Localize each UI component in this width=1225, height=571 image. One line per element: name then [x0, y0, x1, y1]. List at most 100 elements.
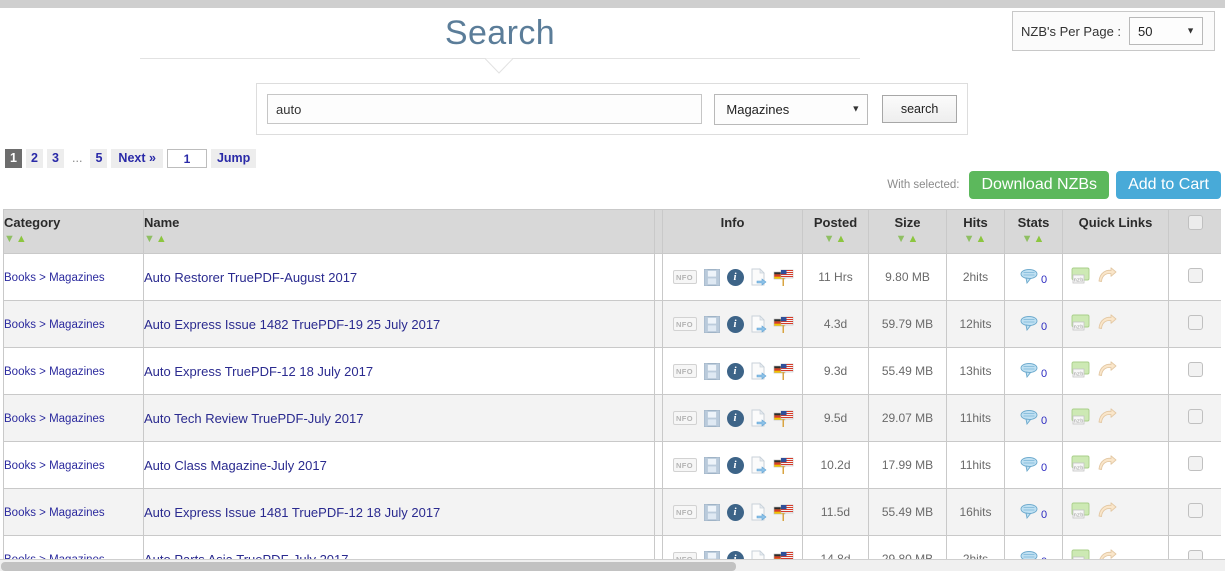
sort-controls[interactable]: ▼▲ [964, 233, 988, 245]
category-link[interactable]: Books > Magazines [4, 319, 105, 331]
nfo-icon[interactable]: NFO [672, 317, 697, 331]
row-checkbox[interactable] [1187, 456, 1203, 471]
download-nzbs-button[interactable]: Download NZBs [969, 171, 1110, 199]
language-flags-icon[interactable] [773, 410, 793, 427]
sort-desc-icon[interactable]: ▼ [1022, 233, 1034, 245]
sort-asc-icon[interactable]: ▲ [836, 233, 848, 245]
page-button-1[interactable]: 1 [5, 149, 22, 168]
column-header-size[interactable]: Size ▼▲ [868, 209, 947, 254]
nfo-icon[interactable]: NFO [672, 458, 697, 472]
sort-desc-icon[interactable]: ▼ [4, 233, 16, 245]
comments-bubble-icon[interactable] [1020, 456, 1039, 475]
column-header-posted[interactable]: Posted ▼▲ [802, 209, 869, 254]
horizontal-scrollbar[interactable] [0, 559, 1225, 571]
category-link[interactable]: Books > Magazines [4, 460, 105, 472]
add-to-cart-arrow-icon[interactable] [1097, 360, 1117, 382]
sort-asc-icon[interactable]: ▲ [908, 233, 920, 245]
language-flags-icon[interactable] [773, 504, 793, 521]
details-info-icon[interactable]: i [726, 456, 744, 474]
select-all-checkbox[interactable] [1187, 215, 1203, 230]
sort-desc-icon[interactable]: ▼ [896, 233, 908, 245]
language-flags-icon[interactable] [773, 457, 793, 474]
add-to-cart-arrow-icon[interactable] [1097, 454, 1117, 476]
cell-select[interactable] [1168, 300, 1221, 348]
sort-controls[interactable]: ▼▲ [4, 233, 28, 245]
add-to-cart-arrow-icon[interactable] [1097, 266, 1117, 288]
media-info-icon[interactable] [703, 315, 720, 333]
nzbs-per-page-control[interactable]: NZB's Per Page : 50 ▼ [1012, 11, 1215, 51]
add-to-cart-arrow-icon[interactable] [1097, 501, 1117, 523]
add-to-cart-button[interactable]: Add to Cart [1116, 171, 1221, 199]
media-info-icon[interactable] [703, 409, 720, 427]
cell-select[interactable] [1168, 441, 1221, 489]
category-select[interactable]: Magazines ▼ [714, 93, 869, 125]
add-to-cart-arrow-icon[interactable] [1097, 407, 1117, 429]
search-button[interactable]: search [882, 95, 957, 123]
comments-bubble-icon[interactable] [1020, 503, 1039, 522]
sort-desc-icon[interactable]: ▼ [824, 233, 836, 245]
comments-bubble-icon[interactable] [1020, 315, 1039, 334]
sort-desc-icon[interactable]: ▼ [144, 233, 156, 245]
column-header-select-all[interactable] [1168, 209, 1221, 254]
release-name-link[interactable]: Auto Express Issue 1481 TruePDF-12 18 Ju… [144, 505, 440, 520]
file-list-icon[interactable] [751, 362, 766, 380]
comments-bubble-icon[interactable] [1020, 409, 1039, 428]
details-info-icon[interactable]: i [726, 362, 744, 380]
download-nzb-icon[interactable]: nzb [1071, 502, 1091, 523]
scrollbar-thumb[interactable] [1, 562, 736, 571]
media-info-icon[interactable] [703, 362, 720, 380]
next-page-button[interactable]: Next » [111, 149, 163, 168]
download-nzb-icon[interactable]: nzb [1071, 455, 1091, 476]
cell-select[interactable] [1168, 394, 1221, 442]
media-info-icon[interactable] [703, 268, 720, 286]
media-info-icon[interactable] [703, 503, 720, 521]
column-header-category[interactable]: Category ▼▲ [3, 209, 144, 254]
category-link[interactable]: Books > Magazines [4, 507, 105, 519]
sort-asc-icon[interactable]: ▲ [156, 233, 168, 245]
page-button-2[interactable]: 2 [26, 149, 43, 168]
jump-page-input[interactable] [166, 149, 207, 168]
language-flags-icon[interactable] [773, 269, 793, 286]
sort-desc-icon[interactable]: ▼ [964, 233, 976, 245]
column-header-hits[interactable]: Hits ▼▲ [946, 209, 1005, 254]
search-input[interactable] [267, 94, 703, 124]
file-list-icon[interactable] [751, 315, 766, 333]
sort-controls[interactable]: ▼▲ [144, 233, 168, 245]
sort-asc-icon[interactable]: ▲ [16, 233, 28, 245]
nfo-icon[interactable]: NFO [672, 270, 697, 284]
column-header-name[interactable]: Name ▼▲ [143, 209, 655, 254]
download-nzb-icon[interactable]: nzb [1071, 361, 1091, 382]
comments-bubble-icon[interactable] [1020, 268, 1039, 287]
release-name-link[interactable]: Auto Tech Review TruePDF-July 2017 [144, 411, 363, 426]
row-checkbox[interactable] [1187, 409, 1203, 424]
sort-asc-icon[interactable]: ▲ [976, 233, 988, 245]
cell-select[interactable] [1168, 488, 1221, 536]
download-nzb-icon[interactable]: nzb [1071, 408, 1091, 429]
sort-controls[interactable]: ▼▲ [824, 233, 848, 245]
file-list-icon[interactable] [751, 456, 766, 474]
file-list-icon[interactable] [751, 268, 766, 286]
details-info-icon[interactable]: i [726, 503, 744, 521]
jump-button[interactable]: Jump [210, 149, 257, 168]
details-info-icon[interactable]: i [726, 409, 744, 427]
sort-controls[interactable]: ▼▲ [1022, 233, 1046, 245]
row-checkbox[interactable] [1187, 268, 1203, 283]
sort-controls[interactable]: ▼▲ [896, 233, 920, 245]
row-checkbox[interactable] [1187, 315, 1203, 330]
language-flags-icon[interactable] [773, 316, 793, 333]
sort-asc-icon[interactable]: ▲ [1034, 233, 1046, 245]
add-to-cart-arrow-icon[interactable] [1097, 313, 1117, 335]
release-name-link[interactable]: Auto Express Issue 1482 TruePDF-19 25 Ju… [144, 317, 440, 332]
details-info-icon[interactable]: i [726, 315, 744, 333]
file-list-icon[interactable] [751, 409, 766, 427]
cell-select[interactable] [1168, 347, 1221, 395]
media-info-icon[interactable] [703, 456, 720, 474]
category-link[interactable]: Books > Magazines [4, 366, 105, 378]
category-link[interactable]: Books > Magazines [4, 272, 105, 284]
download-nzb-icon[interactable]: nzb [1071, 314, 1091, 335]
column-header-stats[interactable]: Stats ▼▲ [1004, 209, 1063, 254]
nfo-icon[interactable]: NFO [672, 411, 697, 425]
row-checkbox[interactable] [1187, 503, 1203, 518]
release-name-link[interactable]: Auto Restorer TruePDF-August 2017 [144, 270, 357, 285]
cell-select[interactable] [1168, 535, 1221, 561]
